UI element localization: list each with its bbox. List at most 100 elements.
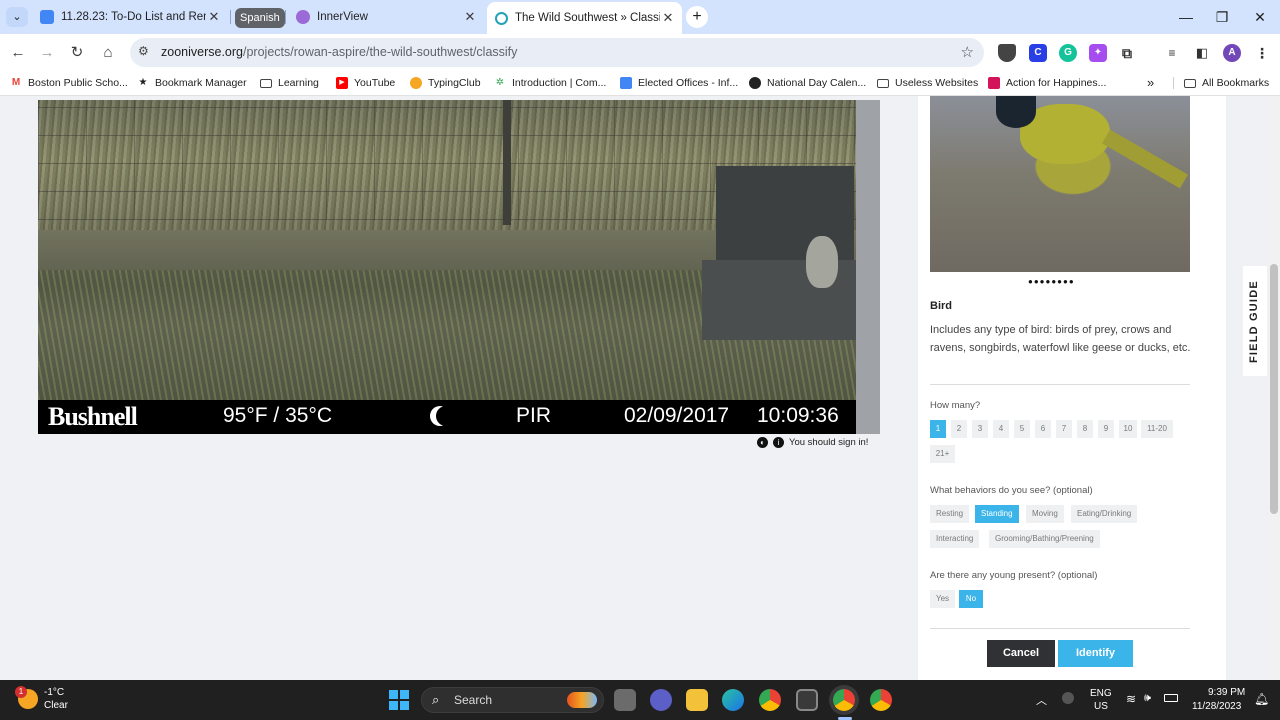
option-behaviors-interacting[interactable]: Interacting xyxy=(930,530,980,548)
bookmark-item[interactable]: Action for Happines... xyxy=(988,77,1106,89)
site-settings-icon[interactable]: ⚙ xyxy=(138,44,149,58)
puzzle-extension-icon[interactable]: ✦ xyxy=(1089,44,1107,62)
teams-chat-icon[interactable] xyxy=(650,689,672,711)
option-how_many-4[interactable]: 4 xyxy=(993,420,1009,438)
page-scrollbar[interactable] xyxy=(1268,96,1280,680)
tray-chevron-icon[interactable]: ︿ xyxy=(1036,692,1047,708)
minimize-icon[interactable]: — xyxy=(1171,6,1201,28)
bookmark-item[interactable]: Elected Offices - Inf... xyxy=(620,77,738,89)
cancel-button[interactable]: Cancel xyxy=(987,640,1055,667)
option-how_many-7[interactable]: 7 xyxy=(1056,420,1072,438)
shield-extension-icon[interactable] xyxy=(998,44,1016,62)
option-young-no[interactable]: No xyxy=(959,590,983,608)
bookmark-item[interactable]: M Boston Public Scho... xyxy=(10,77,128,89)
option-behaviors-moving[interactable]: Moving xyxy=(1026,505,1064,523)
option-how_many-9[interactable]: 9 xyxy=(1098,420,1114,438)
volume-icon[interactable]: 🕪 xyxy=(1144,692,1151,705)
more-bookmarks-chevron-icon[interactable]: » xyxy=(1147,75,1154,90)
tab-close-icon[interactable]: ✕ xyxy=(462,9,478,25)
clock-time[interactable]: 9:39 PM xyxy=(1208,687,1245,698)
store-icon[interactable] xyxy=(796,689,818,711)
tab-search-chevron-icon[interactable]: ⌄ xyxy=(6,7,28,27)
c-extension-icon[interactable]: C xyxy=(1029,44,1047,62)
battery-icon[interactable] xyxy=(1164,694,1178,702)
field-guide-tab[interactable]: FIELD GUIDE xyxy=(1243,266,1267,376)
scrollbar-thumb[interactable] xyxy=(1270,264,1278,514)
option-behaviors-resting[interactable]: Resting xyxy=(930,505,970,523)
tab-close-icon[interactable]: ✕ xyxy=(660,10,676,26)
maximize-icon[interactable]: ❐ xyxy=(1207,6,1237,28)
reload-icon[interactable]: ↻ xyxy=(66,42,88,64)
signin-notice[interactable]: ◐ i You should sign in! xyxy=(757,437,868,448)
chrome-icon[interactable] xyxy=(759,689,781,711)
option-how_many-5[interactable]: 5 xyxy=(1014,420,1030,438)
identify-button[interactable]: Identify xyxy=(1058,640,1133,667)
bookmark-item[interactable]: ✲ Introduction | Com... xyxy=(494,77,607,89)
contrast-icon[interactable]: ◐ xyxy=(757,437,768,448)
forward-arrow-icon[interactable]: → xyxy=(36,42,58,64)
option-behaviors-standing[interactable]: Standing xyxy=(975,505,1019,523)
image-carousel-dots[interactable]: ●●●●●●●● xyxy=(1028,277,1075,286)
windows-start-icon[interactable] xyxy=(389,690,409,710)
all-bookmarks-button[interactable]: All Bookmarks xyxy=(1173,77,1269,89)
weather-widget[interactable]: 1 -1°C Clear xyxy=(15,686,68,712)
fence-post xyxy=(503,100,511,225)
option-how_many-11-20[interactable]: 11-20 xyxy=(1141,420,1173,438)
extensions-icon[interactable]: ⧉ xyxy=(1118,44,1136,62)
address-bar[interactable]: ⚙ zooniverse.org/projects/rowan-aspire/t… xyxy=(130,38,984,67)
lang-top[interactable]: ENG xyxy=(1090,688,1112,699)
option-behaviors-eating-drinking[interactable]: Eating/Drinking xyxy=(1071,505,1138,523)
url-text[interactable]: zooniverse.org/projects/rowan-aspire/the… xyxy=(161,45,517,59)
tab-innerview[interactable]: InnerView ✕ xyxy=(288,4,484,30)
home-icon[interactable]: ⌂ xyxy=(97,42,119,64)
grammarly-icon[interactable]: G xyxy=(1059,44,1077,62)
wifi-icon[interactable]: ≋ xyxy=(1126,692,1136,706)
image-side-strip xyxy=(856,100,880,434)
back-arrow-icon[interactable]: ← xyxy=(7,42,29,64)
option-how_many-2[interactable]: 2 xyxy=(951,420,967,438)
camera-trap-image[interactable] xyxy=(38,100,856,400)
option-how_many-3[interactable]: 3 xyxy=(972,420,988,438)
bookmark-item[interactable]: ★ Bookmark Manager xyxy=(137,77,247,89)
bookmark-item[interactable]: ▶ YouTube xyxy=(336,77,395,89)
bookmark-star-icon[interactable]: ☆ xyxy=(961,43,974,61)
profile-avatar[interactable]: A xyxy=(1223,44,1241,62)
bookmark-item[interactable]: National Day Calen... xyxy=(749,77,866,89)
bird-head xyxy=(996,96,1036,128)
option-how_many-8[interactable]: 8 xyxy=(1077,420,1093,438)
tab-title: 11.28.23: To-Do List and Reminders xyxy=(61,11,206,23)
edge-icon[interactable] xyxy=(722,689,744,711)
site-icon: ✲ xyxy=(495,77,505,88)
species-title: Bird xyxy=(930,300,952,312)
tab-todo-list[interactable]: 11.28.23: To-Do List and Reminders ✕ xyxy=(32,4,228,30)
bookmark-item[interactable]: TypingClub xyxy=(410,77,481,89)
clock-date[interactable]: 11/28/2023 xyxy=(1192,701,1241,712)
file-explorer-icon[interactable] xyxy=(686,689,708,711)
network-alert-icon[interactable] xyxy=(1062,692,1074,704)
taskbar-search[interactable]: ⌕ Search xyxy=(421,687,604,713)
bookmark-item[interactable]: Learning xyxy=(260,77,319,89)
weather-temp: -1°C xyxy=(44,687,65,698)
menu-kebab-icon[interactable]: ⋮ xyxy=(1253,44,1271,62)
chrome-profile-2-icon[interactable] xyxy=(870,689,892,711)
tab-group-spanish[interactable]: Spanish xyxy=(235,8,285,28)
side-panel-icon[interactable]: ◧ xyxy=(1193,44,1211,62)
notifications-bell-icon[interactable]: 🔔︎ xyxy=(1254,692,1269,706)
tab-wild-southwest[interactable]: The Wild Southwest » Classify — Zooniver… xyxy=(487,2,682,34)
lang-bottom[interactable]: US xyxy=(1094,701,1108,712)
info-icon[interactable]: i xyxy=(773,437,784,448)
chrome-profile-icon[interactable] xyxy=(833,689,855,711)
option-young-yes[interactable]: Yes xyxy=(930,590,955,608)
option-how_many-1[interactable]: 1 xyxy=(930,420,946,438)
option-how_many-10[interactable]: 10 xyxy=(1119,420,1137,438)
bookmark-item[interactable]: Useless Websites xyxy=(877,77,978,89)
media-control-icon[interactable]: ≡ xyxy=(1163,44,1181,62)
option-how_many-21-[interactable]: 21+ xyxy=(930,445,955,463)
task-view-icon[interactable] xyxy=(614,689,636,711)
option-how_many-6[interactable]: 6 xyxy=(1035,420,1051,438)
new-tab-button[interactable]: + xyxy=(686,6,708,28)
tab-close-icon[interactable]: ✕ xyxy=(206,9,222,25)
close-window-icon[interactable]: ✕ xyxy=(1245,6,1275,28)
bookmarks-bar: M Boston Public Scho... ★ Bookmark Manager… xyxy=(0,72,1280,96)
option-behaviors-grooming-bathing-preening[interactable]: Grooming/Bathing/Preening xyxy=(989,530,1100,548)
